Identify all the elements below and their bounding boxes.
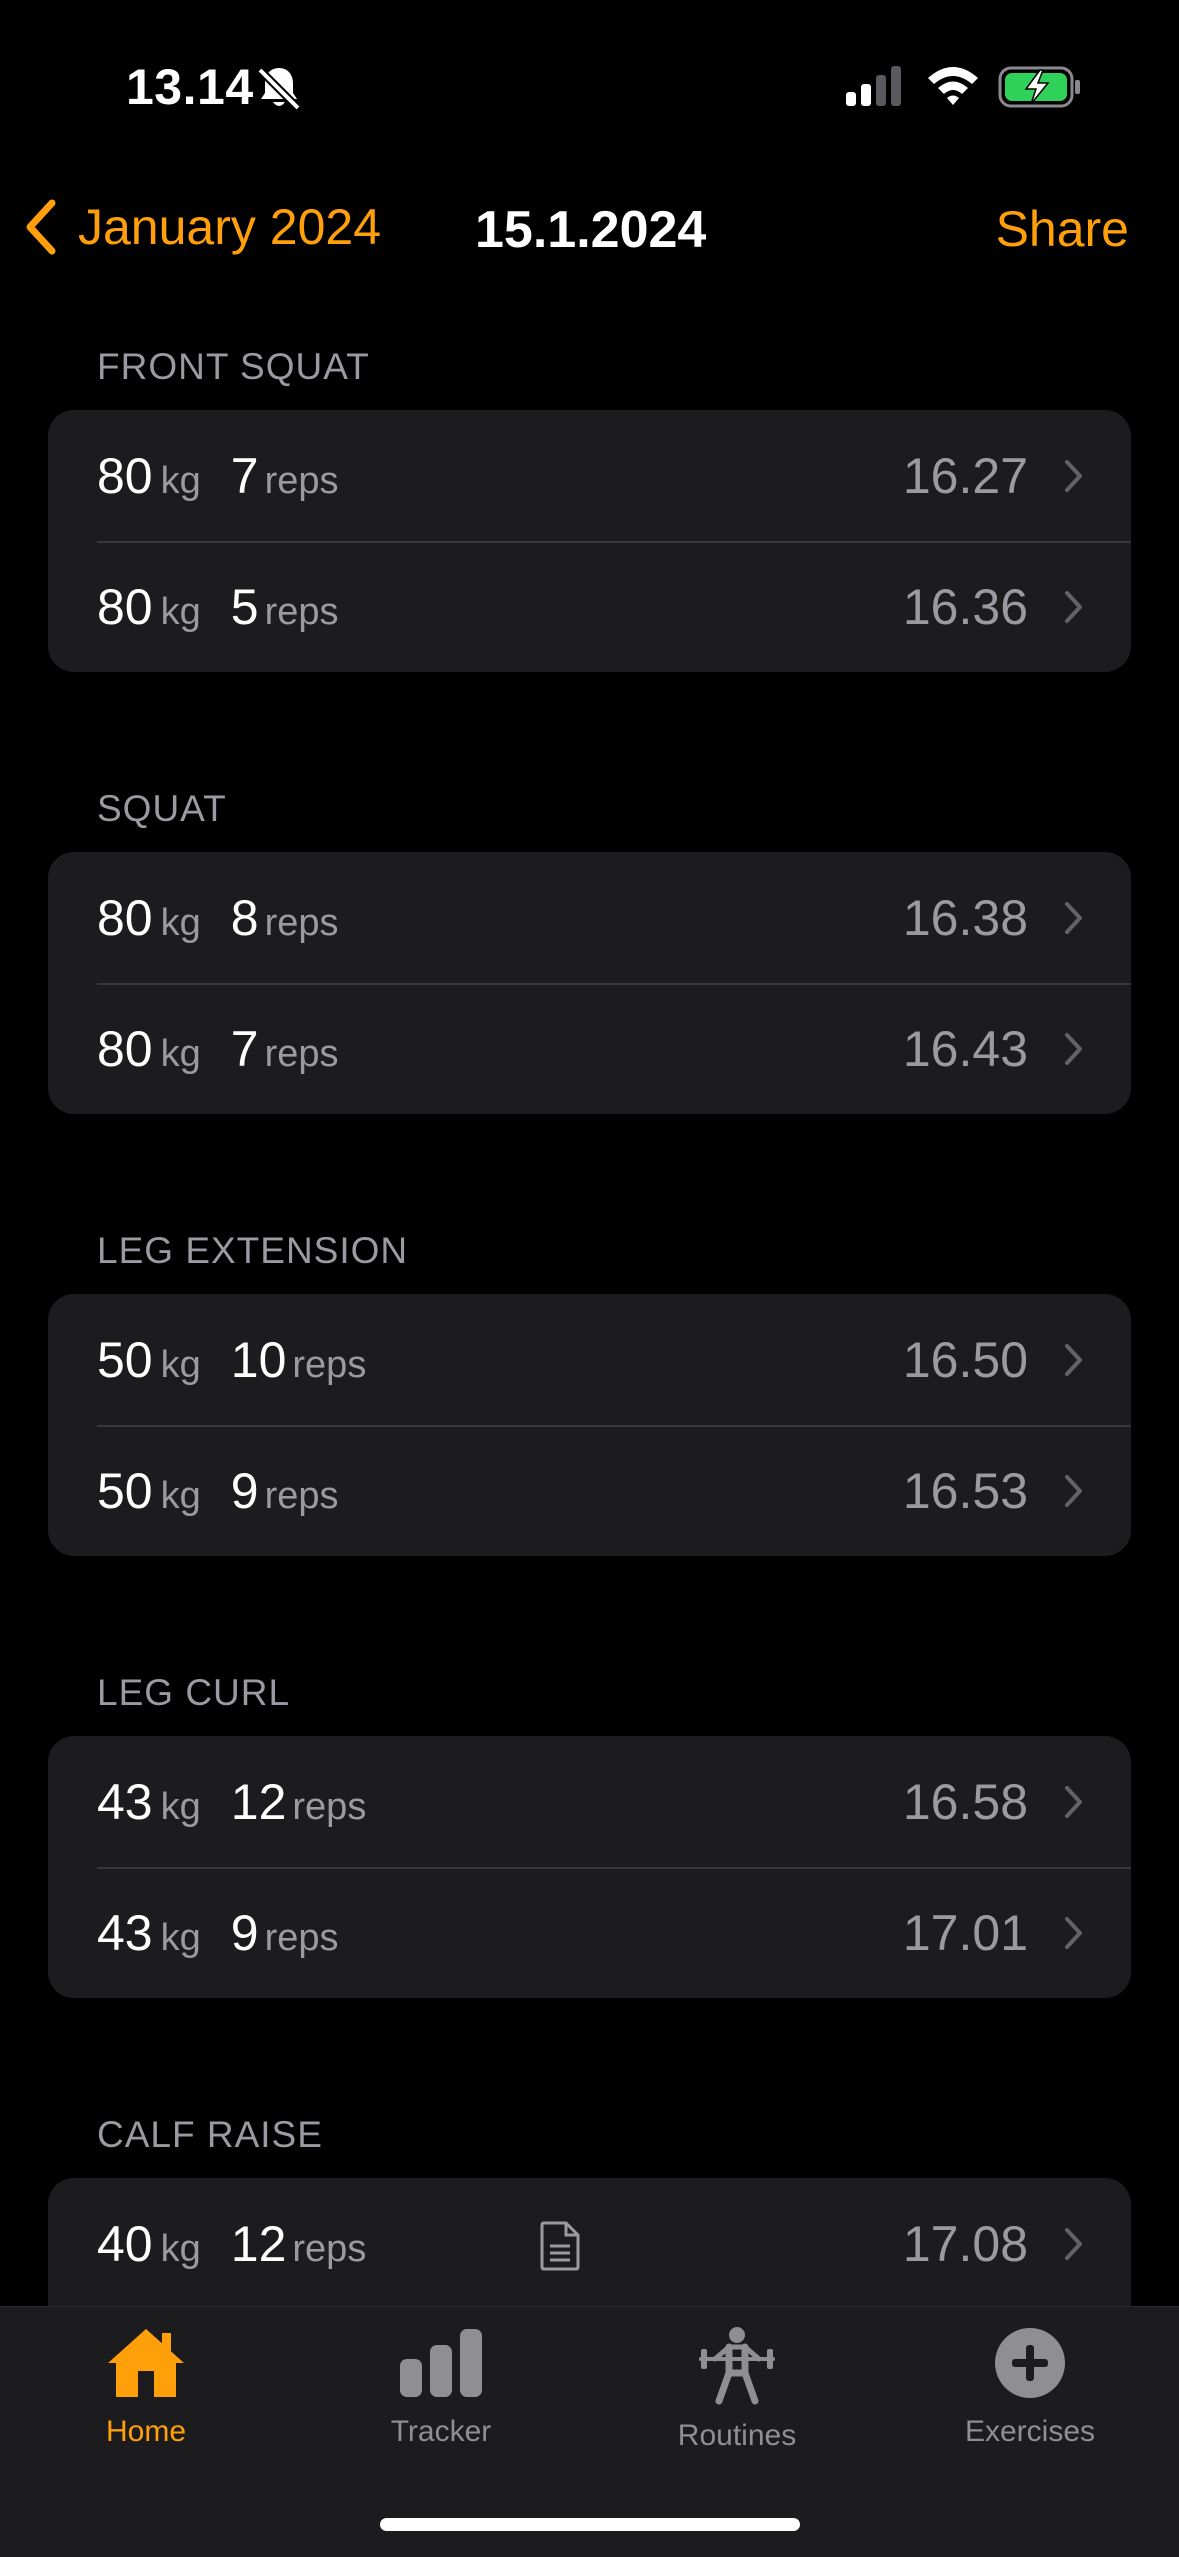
weightlifter-icon xyxy=(699,2327,775,2405)
tab-exercises[interactable]: Exercises xyxy=(930,2325,1130,2449)
chevron-left-icon xyxy=(26,199,56,255)
exercise-header: LEG EXTENSION xyxy=(97,1230,409,1271)
chevron-right-icon xyxy=(1065,902,1082,934)
back-button-label: January 2024 xyxy=(78,199,382,255)
workout-list: FRONT SQUAT 80 kg 7 reps 16.27 80 kg 5 reps … xyxy=(0,330,1179,2440)
set-time: 17.08 xyxy=(902,2215,1028,2272)
exercise-header: CALF RAISE xyxy=(97,2114,323,2155)
set-reps: 9 reps xyxy=(230,1462,339,1519)
bar-chart-icon xyxy=(400,2329,482,2397)
chevron-right-icon xyxy=(1065,1786,1082,1818)
set-weight: 40 kg xyxy=(97,2215,201,2272)
chevron-right-icon xyxy=(1065,591,1082,623)
set-weight: 43 kg xyxy=(97,1773,201,1830)
set-reps: 5 reps xyxy=(230,578,339,635)
share-button[interactable]: Share xyxy=(996,200,1129,258)
tab-routines[interactable]: Routines xyxy=(637,2325,837,2453)
set-time: 16.27 xyxy=(902,447,1028,504)
plus-circle-icon xyxy=(995,2328,1065,2398)
exercise-header: LEG CURL xyxy=(97,1672,291,1713)
set-reps: 12 reps xyxy=(230,2215,367,2272)
status-time: 13.14 xyxy=(126,59,254,115)
set-weight: 50 kg xyxy=(97,1331,201,1388)
chevron-right-icon xyxy=(1065,1033,1082,1065)
tab-exercises-label: Exercises xyxy=(964,2415,1096,2448)
tab-routines-label: Routines xyxy=(677,2419,797,2452)
cellular-signal-icon xyxy=(846,66,906,111)
set-weight: 50 kg xyxy=(97,1462,201,1519)
navigation-bar: January 2024 15.1.2024 Share xyxy=(0,170,1179,290)
back-button[interactable]: January 2024 xyxy=(24,198,381,256)
set-row[interactable]: 43 kg 9 reps 17.01 xyxy=(48,1867,1131,1998)
set-row[interactable]: 50 kg 9 reps 16.53 xyxy=(48,1425,1131,1556)
set-row[interactable]: 80 kg 5 reps 16.36 xyxy=(48,541,1131,672)
tab-tracker[interactable]: Tracker xyxy=(341,2325,541,2449)
set-time: 17.01 xyxy=(902,1904,1028,1961)
tab-home-label: Home xyxy=(105,2415,187,2448)
set-time: 16.43 xyxy=(902,1020,1028,1077)
exercise-card: 80 kg 7 reps 16.27 80 kg 5 reps 16.36 xyxy=(48,410,1131,672)
exercise-card: 43 kg 12 reps 16.58 43 kg 9 reps 17.01 xyxy=(48,1736,1131,1998)
exercise-card: 80 kg 8 reps 16.38 80 kg 7 reps 16.43 xyxy=(48,852,1131,1114)
set-row[interactable]: 40 kg 12 reps 17.08 xyxy=(48,2178,1131,2309)
set-weight: 80 kg xyxy=(97,889,201,946)
set-reps: 7 reps xyxy=(230,1020,339,1077)
set-time: 16.50 xyxy=(902,1331,1028,1388)
set-row[interactable]: 80 kg 8 reps 16.38 xyxy=(48,852,1131,983)
wifi-icon xyxy=(926,64,980,111)
set-row[interactable]: 80 kg 7 reps 16.43 xyxy=(48,983,1131,1114)
battery-charging-icon xyxy=(998,66,1082,113)
set-weight: 43 kg xyxy=(97,1904,201,1961)
set-row[interactable]: 50 kg 10 reps 16.50 xyxy=(48,1294,1131,1425)
tab-tracker-label: Tracker xyxy=(390,2415,492,2448)
page-title: 15.1.2024 xyxy=(475,201,707,259)
set-reps: 8 reps xyxy=(230,889,339,946)
set-time: 16.58 xyxy=(902,1773,1028,1830)
set-weight: 80 kg xyxy=(97,1020,201,1077)
set-time: 16.53 xyxy=(902,1462,1028,1519)
chevron-right-icon xyxy=(1065,460,1082,492)
chevron-right-icon xyxy=(1065,1475,1082,1507)
exercise-header: SQUAT xyxy=(97,788,227,829)
status-bar: 13.14 xyxy=(0,0,1179,170)
home-indicator[interactable] xyxy=(380,2518,800,2531)
document-icon xyxy=(540,2221,580,2271)
set-time: 16.36 xyxy=(902,578,1028,635)
set-reps: 10 reps xyxy=(230,1331,367,1388)
chevron-right-icon xyxy=(1065,1344,1082,1376)
set-reps: 12 reps xyxy=(230,1773,367,1830)
set-row[interactable]: 80 kg 7 reps 16.27 xyxy=(48,410,1131,541)
house-icon xyxy=(108,2329,184,2397)
set-time: 16.38 xyxy=(902,889,1028,946)
silent-bell-icon xyxy=(256,64,302,117)
exercise-card: 50 kg 10 reps 16.50 50 kg 9 reps 16.53 xyxy=(48,1294,1131,1556)
set-row[interactable]: 43 kg 12 reps 16.58 xyxy=(48,1736,1131,1867)
set-weight: 80 kg xyxy=(97,447,201,504)
set-reps: 9 reps xyxy=(230,1904,339,1961)
set-reps: 7 reps xyxy=(230,447,339,504)
set-weight: 80 kg xyxy=(97,578,201,635)
chevron-right-icon xyxy=(1065,2228,1082,2260)
chevron-right-icon xyxy=(1065,1917,1082,1949)
exercise-header: FRONT SQUAT xyxy=(97,346,370,387)
tab-home[interactable]: Home xyxy=(46,2325,246,2449)
